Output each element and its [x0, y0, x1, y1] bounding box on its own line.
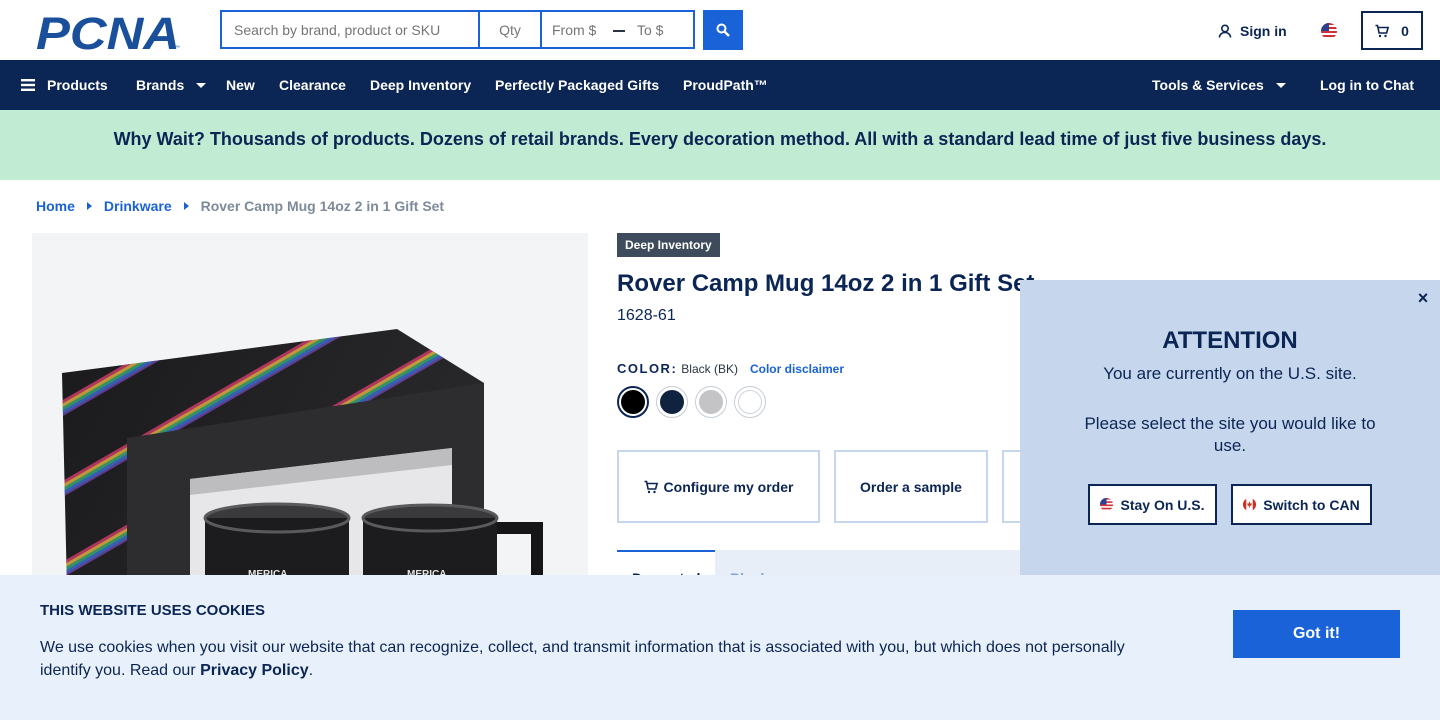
user-icon: [1218, 24, 1232, 38]
privacy-policy-link[interactable]: Privacy Policy: [200, 662, 309, 679]
popup-instructions: Please select the site you would like to…: [1084, 414, 1376, 455]
order-sample-button[interactable]: Order a sample: [834, 450, 988, 523]
stay-us-button[interactable]: Stay On U.S.: [1088, 484, 1217, 525]
cookie-period: .: [308, 662, 314, 679]
nav-label: ProudPath™: [683, 77, 768, 93]
us-flag-icon[interactable]: [1321, 23, 1337, 39]
us-flag-icon: [1100, 498, 1114, 511]
nav-tools-services[interactable]: Tools & Services: [1152, 60, 1286, 110]
cart-icon: [644, 480, 658, 493]
site-selector-popup: × ATTENTION You are currently on the U.S…: [1020, 280, 1440, 580]
swatch-color: [621, 390, 645, 414]
nav-deep-inventory[interactable]: Deep Inventory: [370, 60, 471, 110]
canada-flag-icon: [1243, 498, 1257, 511]
popup-heading: ATTENTION: [1162, 327, 1298, 354]
page: PCNA ™ Sign in: [0, 0, 1440, 720]
menu-icon: [21, 79, 35, 91]
switch-can-button[interactable]: Switch to CAN: [1231, 484, 1372, 525]
chevron-down-icon: [1275, 82, 1286, 88]
trademark-mark: ™: [175, 45, 180, 51]
chevron-down-icon: [196, 82, 207, 88]
accept-cookies-button[interactable]: Got it!: [1233, 610, 1400, 658]
cookie-heading: THIS WEBSITE USES COOKIES: [40, 602, 266, 619]
color-label: COLOR:: [617, 361, 678, 376]
swatch-color: [699, 390, 723, 414]
main-nav: Products Brands New Clearance Deep Inven…: [0, 60, 1440, 110]
configure-order-label: Configure my order: [663, 478, 794, 495]
chevron-right-icon: [86, 202, 92, 210]
color-selection: COLOR: Black (BK) Color disclaimer: [617, 361, 844, 376]
stay-us-label: Stay On U.S.: [1120, 496, 1205, 513]
search-input[interactable]: [220, 10, 478, 49]
qty-input[interactable]: [478, 10, 540, 49]
cart-icon: [1375, 24, 1390, 37]
sign-in-label: Sign in: [1240, 23, 1287, 39]
nav-label: Log in to Chat: [1320, 77, 1415, 93]
configure-order-button[interactable]: Configure my order: [617, 450, 820, 523]
cookie-text: We use cookies when you visit our websit…: [40, 636, 1150, 682]
product-sku: 1628-61: [617, 307, 676, 324]
price-range: [540, 10, 695, 49]
swatch-white[interactable]: [734, 386, 766, 418]
nav-label: Perfectly Packaged Gifts: [495, 77, 660, 93]
swatch-navy[interactable]: [656, 386, 688, 418]
nav-packaged-gifts[interactable]: Perfectly Packaged Gifts: [495, 60, 659, 110]
deep-inventory-badge: Deep Inventory: [617, 233, 720, 257]
range-dash: [613, 30, 625, 32]
price-to-input[interactable]: [637, 12, 693, 47]
nav-label: Tools & Services: [1152, 77, 1264, 93]
breadcrumb-current: Rover Camp Mug 14oz 2 in 1 Gift Set: [200, 198, 445, 214]
chevron-right-icon: [183, 202, 189, 210]
cart-button[interactable]: 0: [1361, 11, 1423, 50]
pcna-logo[interactable]: PCNA ™: [36, 11, 186, 51]
order-sample-label: Order a sample: [860, 478, 962, 495]
top-header: PCNA ™ Sign in: [0, 0, 1440, 60]
nav-chat-login[interactable]: Log in to Chat: [1320, 60, 1414, 110]
color-disclaimer-link[interactable]: Color disclaimer: [750, 362, 844, 376]
nav-label: Deep Inventory: [370, 77, 472, 93]
nav-new[interactable]: New: [226, 60, 255, 110]
cookie-banner: THIS WEBSITE USES COOKIES We use cookies…: [0, 575, 1440, 720]
search-icon: [716, 23, 730, 37]
popup-current-site: You are currently on the U.S. site.: [1103, 364, 1357, 383]
nav-label: Clearance: [279, 77, 346, 93]
switch-can-label: Switch to CAN: [1263, 496, 1360, 513]
nav-products[interactable]: Products: [21, 60, 108, 110]
nav-label: Products: [47, 77, 108, 93]
sign-in-link[interactable]: Sign in: [1218, 21, 1287, 41]
nav-clearance[interactable]: Clearance: [279, 60, 346, 110]
search-button[interactable]: [703, 10, 743, 50]
breadcrumb-home[interactable]: Home: [36, 198, 75, 214]
swatch-black[interactable]: [617, 386, 649, 418]
breadcrumb-drinkware[interactable]: Drinkware: [104, 198, 172, 214]
nav-label: Brands: [136, 77, 185, 93]
promo-banner: Why Wait? Thousands of products. Dozens …: [0, 110, 1440, 180]
price-from-input[interactable]: [552, 12, 616, 47]
nav-proudpath[interactable]: ProudPath™: [683, 60, 768, 110]
color-value: Black (BK): [681, 362, 738, 376]
swatch-gray[interactable]: [695, 386, 727, 418]
nav-brands[interactable]: Brands: [136, 60, 207, 110]
promo-text: Why Wait? Thousands of products. Dozens …: [113, 129, 1327, 149]
close-icon[interactable]: ×: [1415, 289, 1431, 307]
cart-count: 0: [1401, 22, 1409, 39]
product-title: Rover Camp Mug 14oz 2 in 1 Gift Set: [617, 270, 1035, 297]
nav-label: New: [226, 77, 255, 93]
breadcrumb: Home Drinkware Rover Camp Mug 14oz 2 in …: [36, 198, 444, 214]
logo-text: PCNA: [36, 11, 180, 51]
swatch-color: [660, 390, 684, 414]
swatch-color: [738, 390, 762, 414]
